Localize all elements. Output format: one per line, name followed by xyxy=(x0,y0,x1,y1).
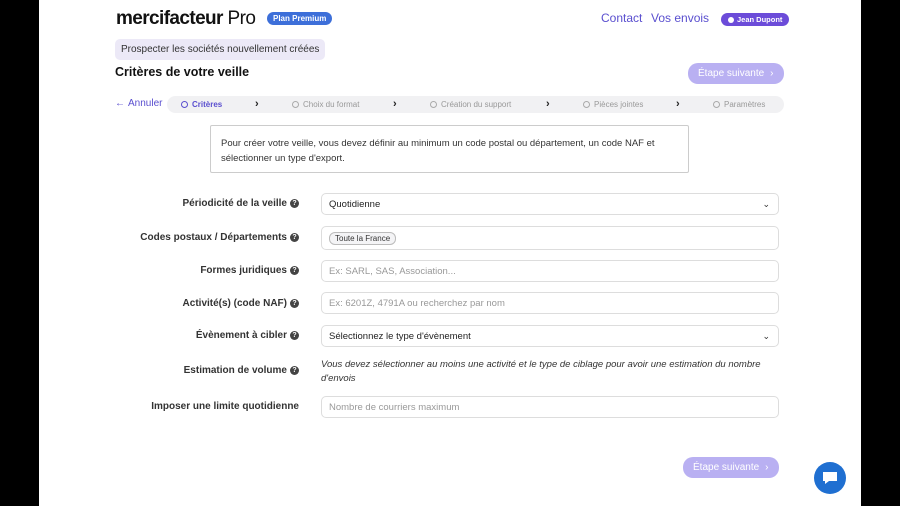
step-pieces-jointes[interactable]: Pièces jointes xyxy=(583,100,643,109)
plan-badge: Plan Premium xyxy=(267,12,333,25)
step-circle-icon xyxy=(181,101,188,108)
next-step-button-top[interactable]: Étape suivante › xyxy=(688,63,784,84)
estimation-label: Estimation de volume? xyxy=(119,365,299,376)
step-circle-icon xyxy=(292,101,299,108)
chevron-right-icon: › xyxy=(393,98,397,110)
next-step-button-bottom[interactable]: Étape suivante › xyxy=(683,457,779,478)
step-circle-icon xyxy=(583,101,590,108)
chat-button[interactable] xyxy=(814,462,846,494)
step-parametres[interactable]: Paramètres xyxy=(713,100,765,109)
help-icon[interactable]: ? xyxy=(290,199,299,208)
user-icon xyxy=(728,16,734,23)
chevron-down-icon: ⌄ xyxy=(762,331,770,341)
formes-input[interactable]: Ex: SARL, SAS, Association... xyxy=(321,260,779,282)
naf-input[interactable]: Ex: 6201Z, 4791A ou recherchez par nom xyxy=(321,292,779,314)
chevron-right-icon: › xyxy=(255,98,259,110)
chevron-right-icon: › xyxy=(770,68,774,79)
user-name: Jean Dupont xyxy=(737,15,783,24)
limite-label: Imposer une limite quotidienne xyxy=(119,401,299,412)
label-text: Activité(s) (code NAF) xyxy=(182,298,287,309)
info-box: Pour créer votre veille, vous devez défi… xyxy=(210,125,689,173)
estimation-text: Vous devez sélectionner au moins une act… xyxy=(321,359,761,384)
label-text: Estimation de volume xyxy=(183,365,287,376)
label-text: Codes postaux / Départements xyxy=(140,232,287,243)
user-menu[interactable]: Jean Dupont xyxy=(721,13,790,26)
limite-input[interactable]: Nombre de courriers maximum xyxy=(321,396,779,418)
periodicite-select[interactable]: Quotidienne ⌄ xyxy=(321,193,779,215)
step-label: Critères xyxy=(192,100,223,109)
label-text: Formes juridiques xyxy=(200,265,287,276)
logo-main: mercifacteur xyxy=(116,8,223,29)
chevron-down-icon: ⌄ xyxy=(762,199,770,209)
page: mercifacteur Pro Plan Premium Contact Vo… xyxy=(39,0,861,506)
step-criteres[interactable]: Critères xyxy=(181,100,222,109)
logo[interactable]: mercifacteur Pro xyxy=(116,8,256,30)
cancel-label: Annuler xyxy=(128,98,163,109)
chevron-right-icon: › xyxy=(765,462,769,473)
chevron-right-icon: › xyxy=(676,98,680,110)
logo-pro: Pro xyxy=(227,8,256,29)
step-label: Choix du format xyxy=(303,100,360,109)
step-creation-support[interactable]: Création du support xyxy=(430,100,511,109)
formes-label: Formes juridiques? xyxy=(119,265,299,276)
nav-vos-envois[interactable]: Vos envois xyxy=(651,11,709,25)
nav-contact[interactable]: Contact xyxy=(601,11,642,25)
help-icon[interactable]: ? xyxy=(290,366,299,375)
step-circle-icon xyxy=(713,101,720,108)
step-label: Paramètres xyxy=(724,100,766,109)
help-icon[interactable]: ? xyxy=(290,266,299,275)
label-text: Périodicité de la veille xyxy=(182,198,288,209)
help-icon[interactable]: ? xyxy=(290,331,299,340)
evenement-value: Sélectionnez le type d'évènement xyxy=(329,330,471,342)
chevron-right-icon: › xyxy=(546,98,550,110)
periodicite-value: Quotidienne xyxy=(329,198,381,210)
cancel-link[interactable]: ← Annuler xyxy=(115,98,162,109)
next-step-label: Étape suivante xyxy=(698,68,765,79)
help-icon[interactable]: ? xyxy=(290,233,299,242)
evenement-label: Évènement à cibler? xyxy=(119,330,299,341)
label-text: Imposer une limite quotidienne xyxy=(151,401,299,412)
arrow-left-icon: ← xyxy=(115,98,125,109)
help-icon[interactable]: ? xyxy=(290,299,299,308)
step-label: Création du support xyxy=(441,100,512,109)
codes-label: Codes postaux / Départements? xyxy=(119,232,299,243)
page-title: Critères de votre veille xyxy=(115,65,250,79)
periodicite-label: Périodicité de la veille? xyxy=(119,198,299,209)
next-step-label: Étape suivante xyxy=(693,462,760,473)
page-subtitle: Prospecter les sociétés nouvellement cré… xyxy=(115,39,326,60)
step-choix-format[interactable]: Choix du format xyxy=(292,100,359,109)
naf-label: Activité(s) (code NAF)? xyxy=(119,298,299,309)
step-circle-icon xyxy=(430,101,437,108)
codes-input[interactable]: Toute la France xyxy=(321,226,779,250)
chat-icon xyxy=(823,472,837,484)
step-label: Pièces jointes xyxy=(594,100,644,109)
evenement-select[interactable]: Sélectionnez le type d'évènement ⌄ xyxy=(321,325,779,347)
codes-tag[interactable]: Toute la France xyxy=(329,231,397,245)
label-text: Évènement à cibler xyxy=(195,330,287,341)
